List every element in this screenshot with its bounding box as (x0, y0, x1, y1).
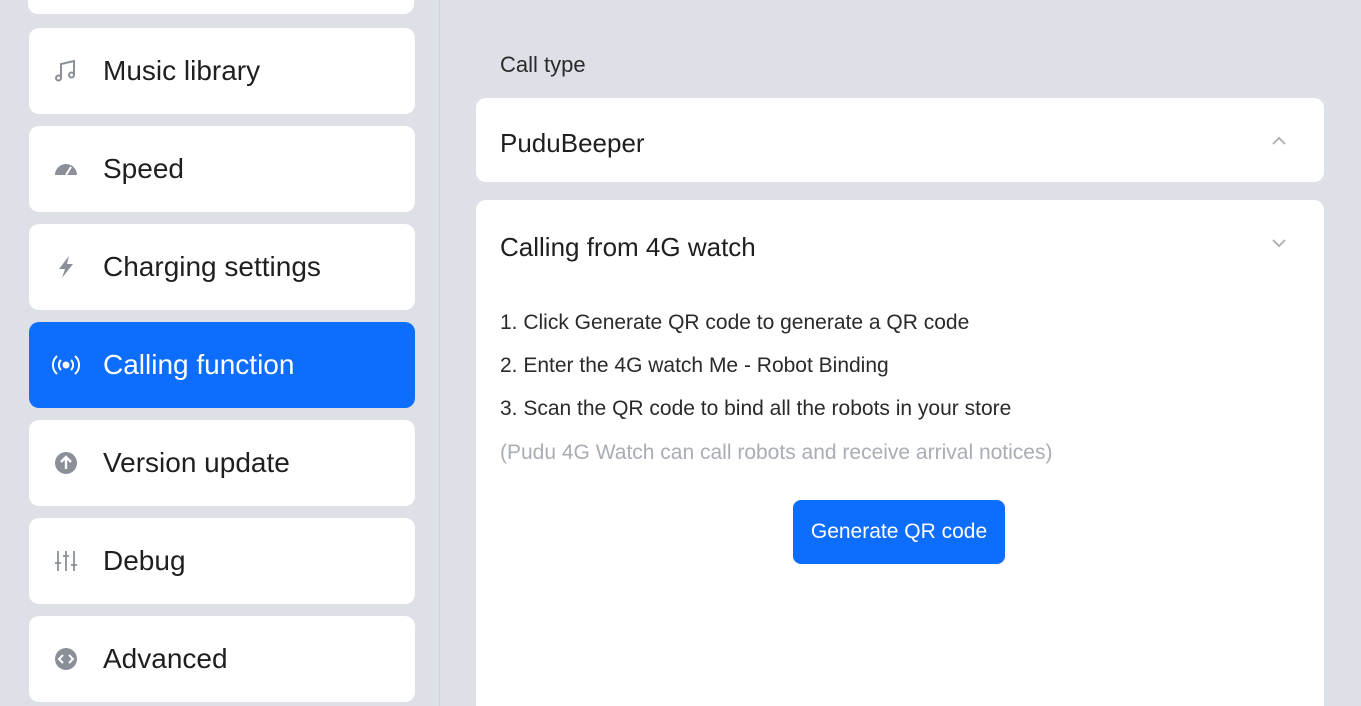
instructions: 1. Click Generate QR code to generate a … (500, 312, 1052, 465)
lightning-icon (51, 252, 81, 282)
sidebar-item-label: Version update (103, 447, 290, 478)
main-panel: Call type PuduBeeper Calling from 4G wat… (441, 0, 1361, 706)
sidebar-item-label: Charging settings (103, 251, 321, 282)
instruction-step: 3. Scan the QR code to bind all the robo… (500, 397, 1012, 420)
chevron-down-icon (1270, 234, 1288, 252)
broadcast-icon (51, 350, 81, 380)
sidebar: Music library Speed Charging settings Ca… (0, 0, 440, 706)
sidebar-item-calling-function[interactable]: Calling function (29, 322, 415, 408)
option-4g-watch[interactable]: Calling from 4G watch 1. Click Generate … (476, 200, 1324, 706)
music-note-icon (51, 56, 81, 86)
sidebar-item-debug[interactable]: Debug (29, 518, 415, 604)
option-title: Calling from 4G watch (500, 232, 756, 262)
sidebar-item-version-update[interactable]: Version update (29, 420, 415, 506)
generate-qr-code-button[interactable]: Generate QR code (793, 500, 1005, 564)
sidebar-item-label: Speed (103, 153, 184, 184)
sidebar-item-label: Calling function (103, 349, 295, 380)
speedometer-icon (51, 154, 81, 184)
instruction-step: 1. Click Generate QR code to generate a … (500, 311, 970, 334)
sidebar-item-charging-settings[interactable]: Charging settings (29, 224, 415, 310)
section-label: Call type (500, 52, 586, 77)
sidebar-item-label: Debug (103, 545, 186, 576)
option-pudubeeper[interactable]: PuduBeeper (476, 98, 1324, 182)
instruction-note: (Pudu 4G Watch can call robots and recei… (500, 441, 1053, 464)
sidebar-item-label: Music library (103, 55, 261, 86)
sidebar-item-partial[interactable] (28, 0, 414, 14)
sidebar-item-music-library[interactable]: Music library (29, 28, 415, 114)
chevron-up-icon (1270, 132, 1288, 150)
code-icon (51, 644, 81, 674)
sidebar-item-advanced[interactable]: Advanced (29, 616, 415, 702)
sidebar-item-speed[interactable]: Speed (29, 126, 415, 212)
sliders-icon (51, 546, 81, 576)
sidebar-item-label: Advanced (103, 643, 228, 674)
update-arrow-icon (51, 448, 81, 478)
instruction-step: 2. Enter the 4G watch Me - Robot Binding (500, 354, 889, 377)
option-title: PuduBeeper (500, 128, 645, 158)
